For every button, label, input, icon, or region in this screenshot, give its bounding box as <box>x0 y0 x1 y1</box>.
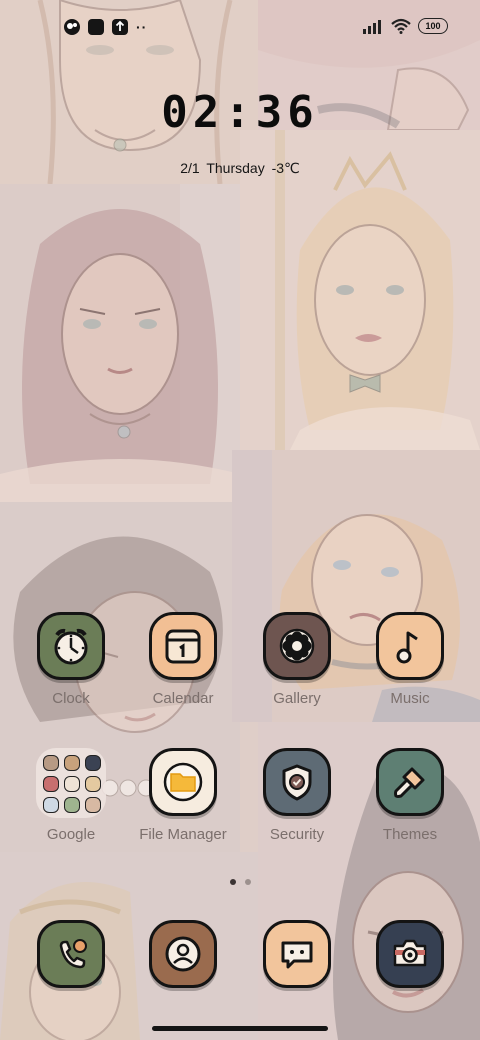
folder-icon <box>163 762 203 802</box>
shield-check-icon <box>282 764 312 801</box>
app-icon-phone[interactable] <box>37 920 105 988</box>
app-icon-file-manager[interactable] <box>149 748 217 816</box>
page-indicator[interactable] <box>0 879 480 885</box>
app-icon-clock[interactable] <box>37 612 105 680</box>
home-indicator[interactable] <box>152 1026 328 1031</box>
app-security[interactable]: Security <box>242 748 352 844</box>
battery-icon: 100 <box>418 18 448 34</box>
folder-mini-icon <box>43 776 59 792</box>
page-dot-active[interactable] <box>229 879 236 885</box>
dock-messages[interactable] <box>242 920 352 988</box>
dock-phone[interactable] <box>16 920 126 988</box>
app-icon-themes[interactable] <box>376 748 444 816</box>
dock-contacts[interactable] <box>128 920 238 988</box>
app-label: Music <box>390 690 430 707</box>
app-label: File Manager <box>139 826 227 843</box>
folder-mini-icon <box>64 776 80 792</box>
clock-date-weather[interactable]: 2/1 Thursday -3℃ <box>0 160 480 177</box>
app-icon-messages[interactable] <box>263 920 331 988</box>
paintbrush-icon <box>394 767 425 798</box>
upload-icon <box>112 19 128 35</box>
folder-mini-icon <box>85 797 101 813</box>
page-dot[interactable] <box>244 879 251 885</box>
app-calendar[interactable]: Calendar <box>128 612 238 708</box>
folder-mini-icon <box>43 755 59 771</box>
app-label: Calendar <box>152 690 214 707</box>
status-left: ·· <box>64 19 147 35</box>
music-note-icon <box>396 631 418 664</box>
app-gallery[interactable]: Gallery <box>242 612 352 708</box>
app-label: Themes <box>382 826 438 843</box>
app-themes[interactable]: Themes <box>355 748 465 844</box>
app-music[interactable]: Music <box>355 612 465 708</box>
app-icon-security[interactable] <box>263 748 331 816</box>
dock-camera[interactable] <box>355 920 465 988</box>
flower-icon <box>279 628 315 664</box>
calendar-icon <box>165 629 201 664</box>
app-label: Google <box>46 826 96 843</box>
folder-mini-icon <box>64 797 80 813</box>
square-icon <box>88 19 104 35</box>
clock-widget[interactable]: 02:36 2/1 Thursday -3℃ <box>0 88 480 177</box>
app-label: Gallery <box>273 690 321 707</box>
status-bar: ·· 100 <box>0 0 480 56</box>
alarm-clock-icon <box>54 628 88 665</box>
app-icon-contacts[interactable] <box>149 920 217 988</box>
app-clock[interactable]: Clock <box>16 612 126 708</box>
app-label: Clock <box>52 690 90 707</box>
notification-icon <box>64 19 80 35</box>
folder-mini-icon <box>85 776 101 792</box>
app-icon-calendar[interactable] <box>149 612 217 680</box>
folder-mini-icon <box>43 797 59 813</box>
camera-icon <box>393 939 427 967</box>
message-icon <box>281 941 313 969</box>
clock-time[interactable]: 02:36 <box>0 88 480 138</box>
signal-icon <box>363 20 381 34</box>
folder-mini-icon <box>85 755 101 771</box>
folder-icon[interactable] <box>36 748 106 818</box>
status-right: 100 <box>362 18 448 34</box>
app-label: Security <box>269 826 325 843</box>
folder-google[interactable]: Google <box>16 748 126 844</box>
app-file-manager[interactable]: File Manager <box>128 748 238 844</box>
contacts-icon <box>165 936 201 972</box>
folder-mini-icon <box>64 755 80 771</box>
more-icon: ·· <box>136 19 148 35</box>
app-icon-camera[interactable] <box>376 920 444 988</box>
phone-icon <box>59 939 87 969</box>
wifi-icon <box>391 18 411 34</box>
app-icon-music[interactable] <box>376 612 444 680</box>
app-icon-gallery[interactable] <box>263 612 331 680</box>
